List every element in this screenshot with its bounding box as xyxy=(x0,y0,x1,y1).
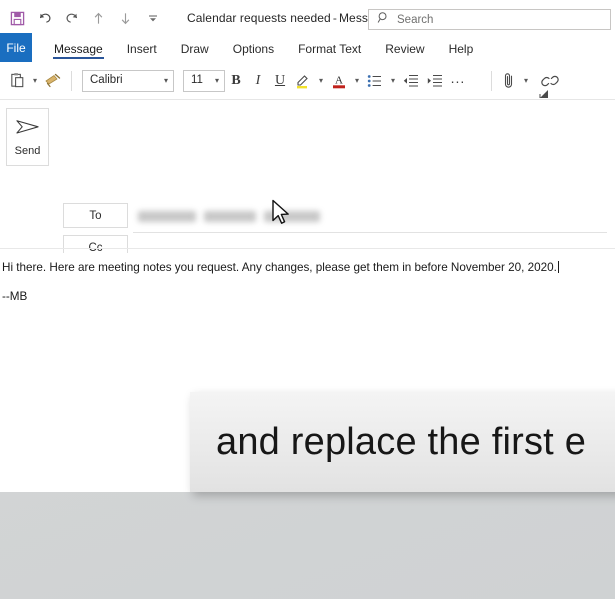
search-input[interactable]: Search xyxy=(368,9,611,30)
dialog-launcher-icon[interactable] xyxy=(539,86,549,98)
message-body-line: Hi there. Here are meeting notes you req… xyxy=(2,260,607,275)
tab-insert[interactable]: Insert xyxy=(115,36,169,62)
font-size-value: 11 xyxy=(191,73,203,86)
message-body-text: Hi there. Here are meeting notes you req… xyxy=(2,261,557,274)
save-icon[interactable] xyxy=(5,5,30,31)
to-field-button[interactable]: To xyxy=(63,203,128,228)
font-color-caret[interactable]: ▾ xyxy=(351,67,363,95)
toolbar-divider xyxy=(491,70,492,91)
toolbar-divider xyxy=(71,70,72,91)
chevron-down-icon: ▾ xyxy=(163,76,168,85)
quick-access-toolbar xyxy=(0,5,165,31)
text-cursor xyxy=(557,261,559,273)
search-placeholder: Search xyxy=(397,13,434,26)
font-name-value: Calibri xyxy=(90,73,123,86)
more-commands-icon[interactable]: ... xyxy=(447,67,469,95)
next-item-icon[interactable] xyxy=(113,5,138,31)
redo-icon[interactable] xyxy=(59,5,84,31)
search-icon xyxy=(377,11,390,29)
to-recipients-redacted[interactable] xyxy=(138,211,323,223)
caption-overlay: and replace the first e xyxy=(190,392,615,492)
ribbon-tab-strip: File Message Insert Draw Options Format … xyxy=(0,33,615,62)
bold-button[interactable]: B xyxy=(225,67,247,95)
title-bar: Calendar requests needed-Message (HTML) … xyxy=(0,0,615,36)
tab-format-text[interactable]: Format Text xyxy=(286,36,373,62)
attach-file-caret[interactable]: ▾ xyxy=(520,67,532,95)
ribbon-toolbar: ▾ Calibri ▾ 11 ▾ B I U ▾ A ▾ ▾ ... ▾ xyxy=(0,62,615,100)
tab-options[interactable]: Options xyxy=(221,36,286,62)
highlight-caret[interactable]: ▾ xyxy=(315,67,327,95)
to-field-underline xyxy=(133,232,607,233)
compose-header: Send To Cc Subject Calendar requests nee… xyxy=(0,100,615,339)
send-button[interactable]: Send xyxy=(6,108,49,166)
window-title-subject: Calendar requests needed xyxy=(187,11,331,25)
send-button-label: Send xyxy=(14,145,41,157)
tab-review[interactable]: Review xyxy=(373,36,436,62)
body-separator xyxy=(0,248,615,249)
underline-button[interactable]: U xyxy=(269,67,291,95)
window-title-separator: - xyxy=(332,11,337,25)
screen: Calendar requests needed-Message (HTML) … xyxy=(0,0,615,599)
tab-file[interactable]: File xyxy=(0,33,32,62)
attach-file-icon[interactable] xyxy=(498,67,520,95)
format-painter-icon[interactable] xyxy=(41,67,65,95)
message-signature: --MB xyxy=(2,290,28,303)
italic-button[interactable]: I xyxy=(247,67,269,95)
font-color-icon[interactable]: A xyxy=(327,67,351,95)
ribbon-tabs: Message Insert Draw Options Format Text … xyxy=(42,36,485,62)
previous-item-icon[interactable] xyxy=(86,5,111,31)
tab-draw[interactable]: Draw xyxy=(169,36,221,62)
tab-message[interactable]: Message xyxy=(42,36,115,62)
bullets-icon[interactable] xyxy=(363,67,387,95)
customize-quick-access-toolbar-icon[interactable] xyxy=(140,5,165,31)
bullets-caret[interactable]: ▾ xyxy=(387,67,399,95)
highlight-color-icon[interactable] xyxy=(291,67,315,95)
svg-text:A: A xyxy=(335,74,343,86)
decrease-indent-icon[interactable] xyxy=(399,67,423,95)
font-name-select[interactable]: Calibri ▾ xyxy=(82,69,174,92)
caption-text: and replace the first e xyxy=(216,420,587,463)
paste-icon[interactable] xyxy=(6,67,29,95)
tab-help[interactable]: Help xyxy=(437,36,486,62)
font-size-select[interactable]: 11 ▾ xyxy=(183,69,225,92)
send-icon xyxy=(15,117,40,142)
undo-icon[interactable] xyxy=(32,5,57,31)
paste-options-caret[interactable]: ▾ xyxy=(29,67,41,95)
chevron-down-icon: ▾ xyxy=(214,76,219,85)
increase-indent-icon[interactable] xyxy=(423,67,447,95)
